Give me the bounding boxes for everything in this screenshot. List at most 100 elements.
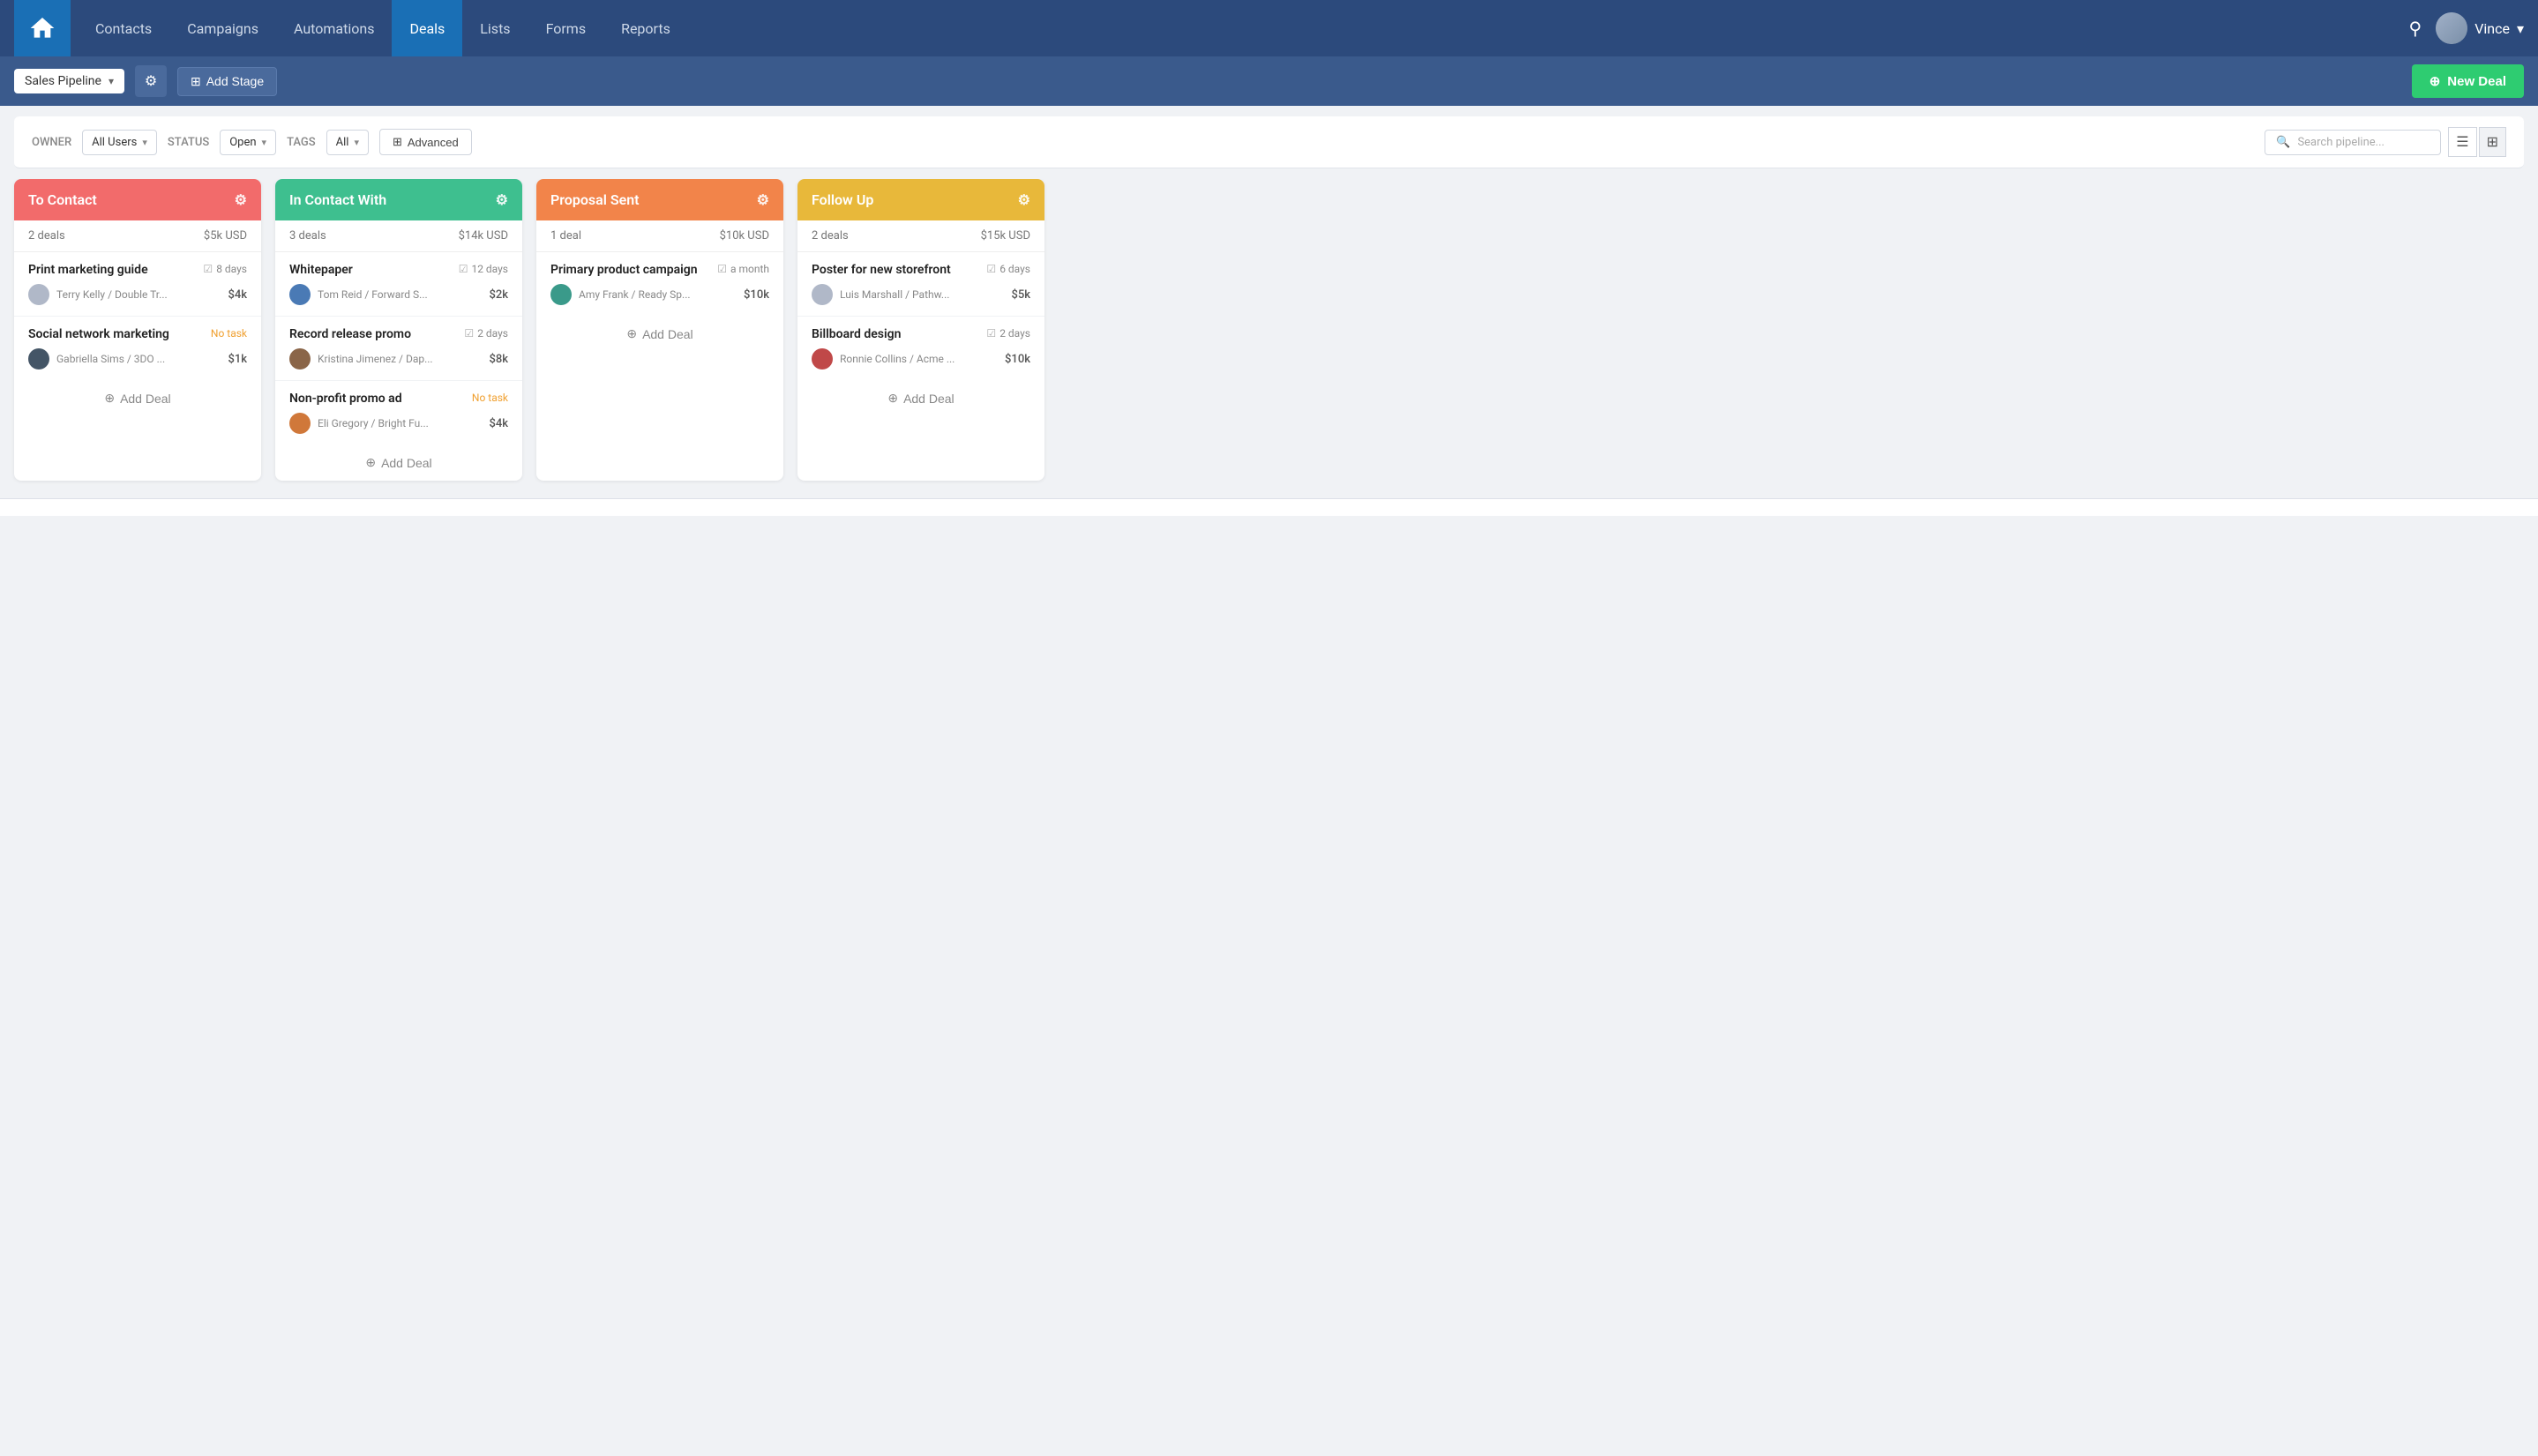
deal-value: $1k <box>228 353 247 366</box>
deal-contact: Gabriella Sims / 3DO ... <box>28 348 165 370</box>
col-title: To Contact <box>28 191 97 208</box>
add-deal-icon: ⊕ <box>104 391 115 406</box>
check-icon: ☑ <box>464 327 474 340</box>
status-value: Open <box>229 136 256 149</box>
nav-campaigns[interactable]: Campaigns <box>169 0 276 56</box>
add-deal-button-proposal-sent[interactable]: ⊕Add Deal <box>536 316 783 352</box>
deal-contact-name: Amy Frank / Ready Sp... <box>579 288 691 301</box>
deal-contact: Eli Gregory / Bright Fu... <box>289 413 429 434</box>
deal-card[interactable]: Print marketing guide ☑8 days Terry Kell… <box>14 252 261 317</box>
deal-contact: Luis Marshall / Pathw... <box>812 284 949 305</box>
nav-lists[interactable]: Lists <box>462 0 528 56</box>
search-icon[interactable]: ⚲ <box>2409 18 2422 39</box>
deal-footer: Terry Kelly / Double Tr... $4k <box>28 284 247 305</box>
username: Vince <box>2474 20 2510 37</box>
col-title: Proposal Sent <box>550 191 640 208</box>
col-gear-icon[interactable]: ⚙ <box>1018 191 1030 208</box>
deal-card[interactable]: Whitepaper ☑12 days Tom Reid / Forward S… <box>275 252 522 317</box>
deal-contact-name: Luis Marshall / Pathw... <box>840 288 949 301</box>
add-deal-button-in-contact-with[interactable]: ⊕Add Deal <box>275 444 522 481</box>
tags-select[interactable]: All ▾ <box>326 130 369 155</box>
deal-task: ☑a month <box>717 263 769 275</box>
tags-label: TAGS <box>287 136 316 149</box>
kanban-col-to-contact: To Contact ⚙ 2 deals $5k USD Print marke… <box>14 179 261 481</box>
pipeline-selector[interactable]: Sales Pipeline ▾ <box>14 69 124 93</box>
col-stats-in-contact-with: 3 deals $14k USD <box>275 220 522 252</box>
deal-card[interactable]: Billboard design ☑2 days Ronnie Collins … <box>797 317 1044 380</box>
user-menu[interactable]: Vince ▾ <box>2436 12 2524 44</box>
deal-header: Record release promo ☑2 days <box>289 327 508 341</box>
pipeline-settings-button[interactable]: ⚙ <box>135 65 167 97</box>
deal-contact-name: Terry Kelly / Double Tr... <box>56 288 168 301</box>
deal-name: Social network marketing <box>28 327 211 341</box>
deal-header: Billboard design ☑2 days <box>812 327 1030 341</box>
user-chevron-icon: ▾ <box>2517 20 2524 37</box>
deal-footer: Luis Marshall / Pathw... $5k <box>812 284 1030 305</box>
new-deal-label: New Deal <box>2447 74 2506 89</box>
check-icon: ☑ <box>986 263 996 275</box>
owner-chevron-icon: ▾ <box>142 137 147 148</box>
new-deal-plus-icon: ⊕ <box>2429 73 2441 89</box>
add-deal-label: Add Deal <box>120 392 171 406</box>
deal-task: ☑12 days <box>459 263 508 275</box>
deal-name: Whitepaper <box>289 263 459 277</box>
deals-total: $5k USD <box>204 229 247 243</box>
col-gear-icon[interactable]: ⚙ <box>757 191 769 208</box>
advanced-button[interactable]: ⊞ Advanced <box>379 129 472 155</box>
deal-value: $2k <box>489 288 508 302</box>
deal-header: Primary product campaign ☑a month <box>550 263 769 277</box>
deal-footer: Gabriella Sims / 3DO ... $1k <box>28 348 247 370</box>
deal-contact-name: Kristina Jimenez / Dap... <box>318 353 433 365</box>
deal-header: Non-profit promo ad No task <box>289 392 508 406</box>
deal-card[interactable]: Social network marketing No task Gabriel… <box>14 317 261 380</box>
status-chevron-icon: ▾ <box>262 137 267 148</box>
deal-card[interactable]: Non-profit promo ad No task Eli Gregory … <box>275 381 522 444</box>
nav-deals[interactable]: Deals <box>392 0 462 56</box>
deal-footer: Kristina Jimenez / Dap... $8k <box>289 348 508 370</box>
deals-total: $10k USD <box>720 229 769 243</box>
deal-task-notask: No task <box>211 327 247 340</box>
deal-name: Primary product campaign <box>550 263 717 277</box>
add-stage-button[interactable]: ⊞ Add Stage <box>177 67 277 96</box>
add-stage-icon: ⊞ <box>191 74 201 89</box>
deal-contact: Kristina Jimenez / Dap... <box>289 348 433 370</box>
owner-label: OWNER <box>32 136 71 149</box>
col-gear-icon[interactable]: ⚙ <box>496 191 508 208</box>
col-stats-to-contact: 2 deals $5k USD <box>14 220 261 252</box>
status-select[interactable]: Open ▾ <box>220 130 276 155</box>
deal-avatar <box>289 284 311 305</box>
deal-header: Social network marketing No task <box>28 327 247 341</box>
nav-contacts[interactable]: Contacts <box>78 0 169 56</box>
add-deal-button-to-contact[interactable]: ⊕ Add Deal <box>14 380 261 416</box>
page-footer <box>0 498 2538 516</box>
deal-avatar <box>289 413 311 434</box>
col-gear-icon[interactable]: ⚙ <box>235 191 247 208</box>
toolbar: Sales Pipeline ▾ ⚙ ⊞ Add Stage ⊕ New Dea… <box>0 56 2538 106</box>
col-stats-proposal-sent: 1 deal $10k USD <box>536 220 783 252</box>
add-deal-button-follow-up[interactable]: ⊕Add Deal <box>797 380 1044 416</box>
nav-forms[interactable]: Forms <box>528 0 604 56</box>
deal-card[interactable]: Record release promo ☑2 days Kristina Ji… <box>275 317 522 381</box>
deal-card[interactable]: Primary product campaign ☑a month Amy Fr… <box>536 252 783 316</box>
deal-avatar <box>28 284 49 305</box>
avatar <box>2436 12 2467 44</box>
gear-icon: ⚙ <box>145 72 157 90</box>
list-view-button[interactable]: ☰ <box>2448 127 2476 157</box>
new-deal-button[interactable]: ⊕ New Deal <box>2412 64 2524 98</box>
search-input[interactable]: 🔍 Search pipeline... <box>2265 130 2441 155</box>
deals-count: 1 deal <box>550 229 581 243</box>
deal-contact-name: Ronnie Collins / Acme ... <box>840 353 955 365</box>
deal-card[interactable]: Poster for new storefront ☑6 days Luis M… <box>797 252 1044 317</box>
deal-value: $4k <box>489 417 508 430</box>
kanban-view-button[interactable]: ⊞ <box>2479 127 2506 157</box>
deals-count: 3 deals <box>289 229 326 243</box>
owner-select[interactable]: All Users ▾ <box>82 130 157 155</box>
home-button[interactable] <box>14 0 71 56</box>
check-icon: ☑ <box>203 263 213 275</box>
deal-task: ☑8 days <box>203 263 247 275</box>
nav-reports[interactable]: Reports <box>603 0 688 56</box>
nav-automations[interactable]: Automations <box>276 0 392 56</box>
deal-name: Record release promo <box>289 327 464 341</box>
deal-avatar <box>28 348 49 370</box>
deal-value: $4k <box>228 288 247 302</box>
